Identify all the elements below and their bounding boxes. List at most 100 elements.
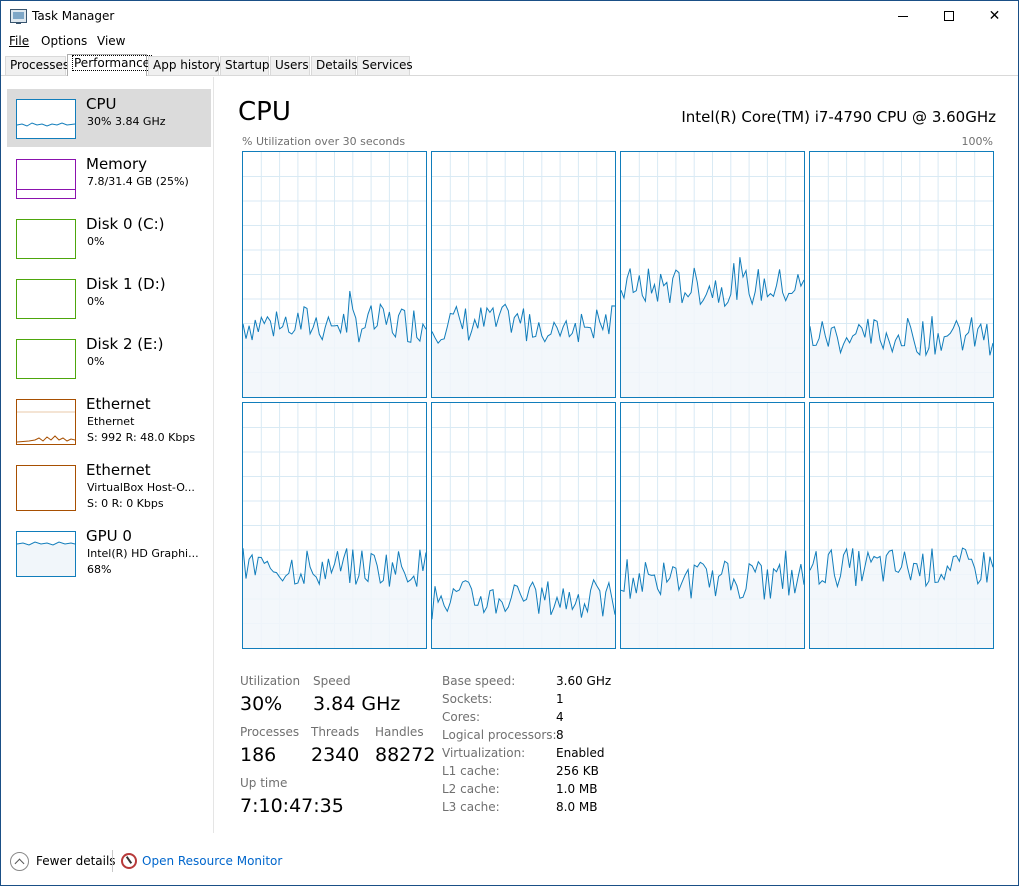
handles-label: Handles	[375, 725, 424, 739]
sidebar-item-throughput: S: 992 R: 48.0 Kbps	[87, 431, 196, 444]
gpu-thumbnail-line	[16, 541, 76, 576]
cpu-thumbnail-line	[16, 122, 76, 127]
menu-bar: File Options View	[1, 32, 1018, 53]
maximize-button[interactable]	[927, 1, 972, 32]
cpu-model: Intel(R) Core(TM) i7-4790 CPU @ 3.60GHz	[681, 108, 996, 126]
sidebar-item-name: GPU 0	[86, 527, 132, 545]
footer-bar: Fewer details Open Resource Monitor	[1, 846, 1018, 886]
minimize-button[interactable]	[881, 1, 926, 32]
disk1-thumbnail-graph	[16, 279, 76, 319]
sidebar-item-detail: 7.8/31.4 GB (25%)	[87, 175, 189, 188]
sidebar-item-name: Ethernet	[86, 461, 151, 479]
sidebar-item-cpu[interactable]: CPU 30% 3.84 GHz	[7, 89, 211, 147]
cpu-graph-svg	[432, 403, 615, 648]
logical-processor-graph	[242, 151, 427, 398]
l2-cache-value: 1.0 MB	[556, 782, 598, 796]
sidebar-item-name: Disk 0 (C:)	[86, 215, 165, 233]
cpu-graph-svg	[243, 152, 426, 397]
chevron-up-icon[interactable]	[10, 852, 29, 871]
sidebar-item-detail: Ethernet	[87, 415, 135, 428]
task-manager-icon	[10, 9, 27, 24]
sidebar-item-disk-2[interactable]: Disk 2 (E:) 0%	[7, 329, 211, 387]
utilization-max-label: 100%	[961, 135, 993, 148]
performance-panel: CPU Intel(R) Core(TM) i7-4790 CPU @ 3.60…	[215, 77, 1018, 833]
sidebar-item-detail: Intel(R) HD Graphi...	[87, 547, 199, 560]
minimize-icon	[898, 16, 908, 17]
close-icon: ✕	[988, 8, 1001, 24]
l1-cache-label: L1 cache:	[442, 764, 500, 778]
sidebar-item-detail: 0%	[87, 355, 105, 368]
logical-processor-graph	[242, 402, 427, 649]
menu-file[interactable]: File	[9, 34, 29, 48]
tab-app-history[interactable]: App history	[148, 56, 222, 75]
menu-view[interactable]: View	[97, 34, 125, 48]
base-speed-label: Base speed:	[442, 674, 516, 688]
threads-value: 2340	[311, 744, 360, 766]
cpu-graph-svg	[621, 152, 804, 397]
close-button[interactable]: ✕	[972, 1, 1017, 32]
footer-separator	[112, 850, 113, 872]
cpu-thumbnail-graph	[16, 99, 76, 139]
sidebar-item-detail: 0%	[87, 295, 105, 308]
menu-options[interactable]: Options	[41, 34, 87, 48]
sidebar-item-ethernet-virtualbox[interactable]: Ethernet VirtualBox Host-O... S: 0 R: 0 …	[7, 455, 211, 515]
resource-sidebar: CPU 30% 3.84 GHz Memory 7.8/31.4 GB (25%…	[1, 77, 214, 833]
tab-details[interactable]: Details	[311, 56, 358, 75]
uptime-label: Up time	[240, 776, 288, 790]
cpu-graph-svg	[810, 403, 993, 648]
sidebar-item-detail: 0%	[87, 235, 105, 248]
open-resource-monitor-link[interactable]: Open Resource Monitor	[142, 854, 282, 868]
cpu-graph-svg	[243, 403, 426, 648]
window-title: Task Manager	[32, 9, 115, 23]
tab-services[interactable]: Services	[357, 56, 413, 75]
speed-value: 3.84 GHz	[313, 693, 401, 715]
cpu-graph-svg	[621, 403, 804, 648]
logical-processor-graph	[809, 151, 994, 398]
logical-processor-graph	[431, 402, 616, 649]
processes-value: 186	[240, 744, 277, 766]
l1-cache-value: 256 KB	[556, 764, 599, 778]
sidebar-item-disk-0[interactable]: Disk 0 (C:) 0%	[7, 209, 211, 267]
maximize-icon	[944, 11, 954, 21]
sidebar-item-usage: 68%	[87, 563, 112, 576]
utilization-value: 30%	[240, 693, 283, 715]
memory-thumbnail-graph	[16, 159, 76, 199]
disk0-thumbnail-graph	[16, 219, 76, 259]
sidebar-item-gpu[interactable]: GPU 0 Intel(R) HD Graphi... 68%	[7, 521, 211, 581]
tab-processes[interactable]: Processes	[5, 56, 69, 75]
resource-monitor-icon[interactable]	[121, 853, 137, 869]
tab-users[interactable]: Users	[270, 56, 310, 75]
cores-value: 4	[556, 710, 564, 724]
virtualization-label: Virtualization:	[442, 746, 526, 760]
utilization-axis-label: % Utilization over 30 seconds	[242, 135, 406, 148]
sidebar-item-memory[interactable]: Memory 7.8/31.4 GB (25%)	[7, 149, 211, 207]
cores-label: Cores:	[442, 710, 481, 724]
tab-bar: Processes Performance App history Startu…	[1, 53, 1018, 76]
logical-processors-value: 8	[556, 728, 564, 742]
logical-processor-graph	[620, 151, 805, 398]
ethernet-thumbnail-line	[16, 411, 76, 443]
ethernet-thumbnail-graph	[16, 399, 76, 445]
sidebar-item-detail: VirtualBox Host-O...	[87, 481, 195, 494]
uptime-value: 7:10:47:35	[240, 795, 344, 817]
title-bar[interactable]: Task Manager ✕	[1, 1, 1018, 32]
logical-processors-label: Logical processors:	[442, 728, 557, 742]
sidebar-item-throughput: S: 0 R: 0 Kbps	[87, 497, 164, 510]
sidebar-item-ethernet[interactable]: Ethernet Ethernet S: 992 R: 48.0 Kbps	[7, 389, 211, 449]
virtualization-value: Enabled	[556, 746, 605, 760]
tab-performance[interactable]: Performance	[67, 54, 153, 76]
sidebar-item-name: Disk 1 (D:)	[86, 275, 166, 293]
ethernet-virtualbox-thumbnail-graph	[16, 465, 76, 511]
fewer-details-button[interactable]: Fewer details	[36, 854, 116, 868]
sidebar-item-disk-1[interactable]: Disk 1 (D:) 0%	[7, 269, 211, 327]
tab-startup[interactable]: Startup	[220, 56, 270, 75]
processes-label: Processes	[240, 725, 300, 739]
l2-cache-label: L2 cache:	[442, 782, 500, 796]
logical-processor-graph	[620, 402, 805, 649]
sidebar-item-name: Ethernet	[86, 395, 151, 413]
handles-value: 88272	[375, 744, 436, 766]
l3-cache-label: L3 cache:	[442, 800, 500, 814]
task-manager-window: Task Manager ✕ File Options View Process…	[0, 0, 1019, 886]
logical-processor-graph	[809, 402, 994, 649]
utilization-label: Utilization	[240, 674, 301, 688]
